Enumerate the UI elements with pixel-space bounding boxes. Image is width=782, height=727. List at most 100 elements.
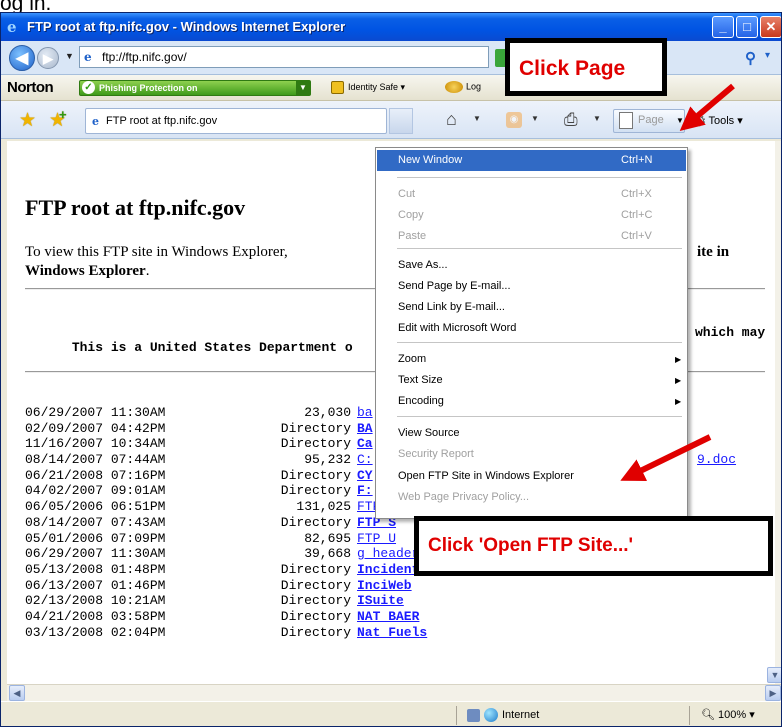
zoom-icon: 🔍︎ xyxy=(701,709,715,721)
forward-icon[interactable]: ▶ xyxy=(37,47,59,69)
log-button[interactable]: Log xyxy=(445,81,481,93)
close-button[interactable]: ✕ xyxy=(760,16,781,38)
file-link[interactable]: CY xyxy=(351,468,373,484)
menu-item-view-source[interactable]: View Source xyxy=(377,423,686,444)
feeds-icon[interactable]: ◉ xyxy=(506,112,522,128)
identity-safe-button[interactable]: Identity Safe ▾ xyxy=(331,81,405,94)
file-link[interactable]: ba xyxy=(351,405,373,421)
new-tab-button[interactable] xyxy=(389,108,413,134)
security-zone[interactable]: Internet xyxy=(467,708,539,722)
scroll-left-button[interactable]: ◀ xyxy=(9,685,25,701)
file-date: 08/14/2007 07:43AM xyxy=(25,514,166,530)
menu-item-label: Zoom xyxy=(398,353,427,365)
search-icon[interactable]: ⚲ xyxy=(745,49,756,67)
address-url[interactable]: ftp://ftp.nifc.gov/ xyxy=(102,50,187,64)
file-date: 06/21/2008 07:16PM xyxy=(25,467,166,483)
menu-item-text-size[interactable]: Text Size ▶ xyxy=(377,370,686,391)
menu-item-paste: Paste Ctrl+V xyxy=(377,226,686,247)
address-input[interactable]: e ftp://ftp.nifc.gov/ ▼ xyxy=(79,46,563,68)
submenu-arrow-icon: ▶ xyxy=(675,397,682,406)
list-item: 03/13/2008 02:04PM Directory Nat_Fuels xyxy=(25,625,529,641)
menu-item-send-page-by-e-mail[interactable]: Send Page by E-mail... xyxy=(377,276,686,297)
menu-item-shortcut: Ctrl+X xyxy=(621,188,652,200)
file-size: Directory xyxy=(280,483,351,499)
menu-item-copy: Copy Ctrl+C xyxy=(377,205,686,226)
file-date: 06/29/2007 11:30AM xyxy=(25,405,166,420)
file-link[interactable]: Nat_Fuels xyxy=(351,625,427,641)
file-link[interactable]: ISuite xyxy=(351,593,404,609)
file-link[interactable]: Ca xyxy=(351,436,373,452)
menu-item-edit-with-microsoft-word[interactable]: Edit with Microsoft Word xyxy=(377,318,686,339)
file-link-tail[interactable]: 9.doc xyxy=(697,452,736,468)
page-title: FTP root at ftp.nifc.gov xyxy=(25,195,246,220)
scroll-right-button[interactable]: ▶ xyxy=(765,685,781,701)
file-size: 39,668 xyxy=(304,546,351,562)
favorites-star-icon[interactable]: ★ xyxy=(19,109,36,132)
back-icon[interactable]: ◀ xyxy=(9,45,35,71)
zoom-level[interactable]: 🔍︎ 100% ▾ xyxy=(701,708,755,721)
print-dropdown[interactable]: ▼ xyxy=(593,114,601,123)
windows-explorer-link[interactable]: Windows Explorer xyxy=(25,263,146,279)
menu-item-label: Text Size xyxy=(398,374,443,386)
recent-pages-dropdown[interactable]: ▼ xyxy=(65,51,74,61)
tab-current[interactable]: e FTP root at ftp.nifc.gov xyxy=(85,108,387,134)
tools-menu-button[interactable]: ⚙ Tools ▾ xyxy=(693,112,743,130)
file-link[interactable]: InciWeb xyxy=(351,578,412,594)
menu-item-new-window[interactable]: New Window Ctrl+N xyxy=(377,150,686,171)
search-dropdown[interactable]: ▾ xyxy=(765,50,770,61)
menu-item-label: View Source xyxy=(398,427,460,439)
menu-item-label: New Window xyxy=(398,154,463,166)
instructions-period: . xyxy=(145,263,150,279)
check-icon: ✓ xyxy=(82,81,95,94)
notice: This is a United States Department o whi… xyxy=(25,325,765,385)
horizontal-scrollbar[interactable]: ◀ ▶ xyxy=(7,684,781,701)
zoom-dropdown[interactable]: ▾ xyxy=(749,709,755,721)
phishing-dropdown[interactable]: ▼ xyxy=(296,81,310,95)
page-menu-label: Page xyxy=(638,114,664,126)
menu-item-label: Copy xyxy=(398,209,424,221)
menu-item-encoding[interactable]: Encoding ▶ xyxy=(377,391,686,412)
minimize-button[interactable]: _ xyxy=(712,16,734,38)
gear-icon: ⚙ xyxy=(693,113,707,130)
file-link[interactable]: C: xyxy=(351,452,373,468)
file-link[interactable]: FTP_U xyxy=(351,531,396,547)
tab-label: FTP root at ftp.nifc.gov xyxy=(106,115,218,127)
menu-item-open-ftp-site-in-windows-explorer[interactable]: Open FTP Site in Windows Explorer xyxy=(377,466,686,487)
menu-item-label: Paste xyxy=(398,230,427,242)
file-date: 06/13/2007 01:46PM xyxy=(25,577,166,593)
chevron-down-icon: ▼ xyxy=(676,116,684,125)
open-ftp-link-partial[interactable]: ite in xyxy=(697,243,729,262)
page-menu-button[interactable]: Page ▼ xyxy=(613,109,685,133)
notice-text-right: which may xyxy=(695,325,766,340)
feeds-dropdown[interactable]: ▼ xyxy=(531,114,539,123)
file-date: 04/02/2007 09:01AM xyxy=(25,483,166,499)
file-link[interactable]: NAT_BAER xyxy=(351,609,419,625)
menu-item-zoom[interactable]: Zoom ▶ xyxy=(377,349,686,370)
title-bar[interactable]: e FTP root at ftp.nifc.gov - Windows Int… xyxy=(1,13,781,41)
file-link[interactable]: F: xyxy=(351,483,373,499)
notice-text: This is a United States Department o xyxy=(71,340,353,355)
maximize-button[interactable]: □ xyxy=(736,16,758,38)
page-icon: e xyxy=(84,50,92,64)
print-icon[interactable]: ⎙ xyxy=(564,110,578,130)
menu-item-shortcut: Ctrl+N xyxy=(621,154,653,166)
list-item: 06/13/2007 01:46PM Directory InciWeb xyxy=(25,578,529,594)
phishing-protection-badge[interactable]: ✓ Phishing Protection on ▼ xyxy=(79,80,311,96)
menu-item-save-as[interactable]: Save As... xyxy=(377,255,686,276)
file-link[interactable]: BA xyxy=(351,421,373,437)
globe-icon xyxy=(484,708,498,722)
vertical-scrollbar[interactable]: ▼ xyxy=(767,141,781,684)
file-size: 131,025 xyxy=(296,499,351,515)
ie-icon: e xyxy=(7,18,17,36)
file-date: 05/01/2006 07:09PM xyxy=(25,530,166,546)
lock-icon xyxy=(467,708,480,722)
tools-label: Tools ▾ xyxy=(708,114,743,127)
scroll-down-button[interactable]: ▼ xyxy=(767,667,781,683)
home-dropdown[interactable]: ▼ xyxy=(473,114,481,123)
menu-item-send-link-by-e-mail[interactable]: Send Link by E-mail... xyxy=(377,297,686,318)
file-size: Directory xyxy=(280,561,351,577)
menu-item-label: Encoding xyxy=(398,395,444,407)
home-icon[interactable]: ⌂ xyxy=(446,109,457,130)
command-bar: ★ ★ + e FTP root at ftp.nifc.gov ⌂ ▼ ◉ ▼ … xyxy=(1,101,781,139)
add-favorites-icon[interactable]: ★ + xyxy=(49,107,67,132)
